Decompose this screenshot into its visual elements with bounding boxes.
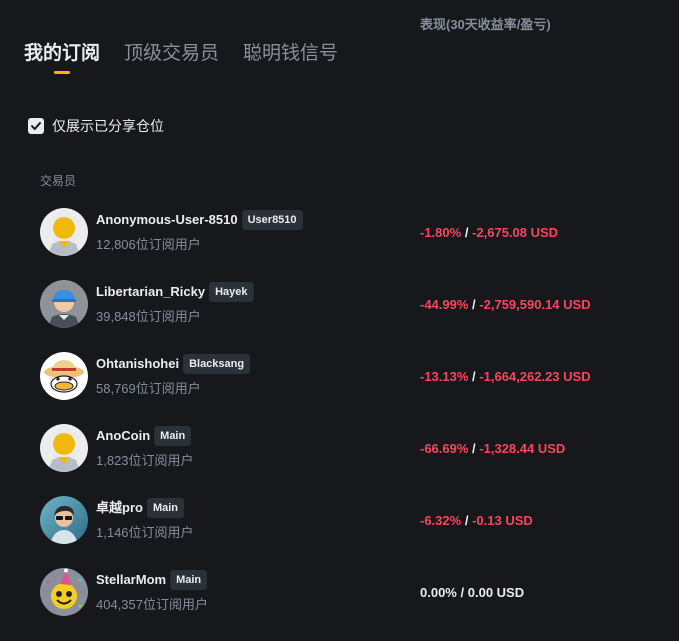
trader-column-header: 交易员 [40,174,77,188]
trader-badge: Main [170,570,208,590]
trader-name[interactable]: Anonymous-User-8510 [96,210,238,230]
return-percent: 0.00% [420,585,457,600]
tab-my-subscriptions[interactable]: 我的订阅 [24,40,100,80]
pnl-value: -0.13 USD [472,513,533,528]
performance-value: -1.80% / -2,675.08 USD [420,225,559,240]
pnl-value: -1,664,262.23 USD [479,369,591,384]
copy-trading-page: 我的订阅 顶级交易员 聪明钱信号 仅展示已分享仓位 交易员 表现(30天收益率/… [0,0,679,641]
subscriber-count: 39,848位订阅用户 [96,309,201,324]
pnl-value: -1,328.44 USD [479,441,566,456]
trader-row[interactable]: Ohtanishohei Blacksang 58,769位订阅用户 -13.1… [0,352,679,424]
trader-name-line: StellarMom Main [96,570,208,590]
performance-value: -44.99% / -2,759,590.14 USD [420,297,591,312]
trader-name[interactable]: StellarMom [96,570,166,590]
straw-hat-duck-icon[interactable] [40,352,88,400]
return-percent: -1.80% [420,225,462,240]
active-tab-indicator [54,71,70,74]
performance-value: -6.32% / -0.13 USD [420,513,533,528]
performance-value: -66.69% / -1,328.44 USD [420,441,566,456]
trader-name-line: Ohtanishohei Blacksang [96,354,251,374]
performance-value: 0.00% / 0.00 USD [420,585,525,600]
trader-row[interactable]: Anonymous-User-8510 User8510 12,806位订阅用户… [0,208,679,280]
tab-smart-money-signals[interactable]: 聪明钱信号 [243,40,338,80]
yellow-face-icon[interactable] [40,208,88,256]
performance-column-header: 表现(30天收益率/盈亏) [420,17,551,32]
trader-badge: Blacksang [183,354,251,374]
trader-name[interactable]: Libertarian_Ricky [96,282,205,302]
trader-badge: Hayek [209,282,254,302]
subscriber-count: 12,806位订阅用户 [96,237,201,252]
shared-positions-filter[interactable]: 仅展示已分享仓位 [28,117,164,135]
pnl-value: -2,675.08 USD [472,225,559,240]
return-percent: -44.99% [420,297,469,312]
subscriber-count: 1,146位订阅用户 [96,525,194,540]
yellow-face-icon[interactable] [40,424,88,472]
pnl-value: -2,759,590.14 USD [479,297,591,312]
trader-row[interactable]: Libertarian_Ricky Hayek 39,848位订阅用户 -44.… [0,280,679,352]
trader-name[interactable]: 卓越pro [96,498,143,518]
performance-value: -13.13% / -1,664,262.23 USD [420,369,591,384]
tab-top-traders[interactable]: 顶级交易员 [124,40,219,80]
filter-label: 仅展示已分享仓位 [52,118,164,134]
trader-badge: User8510 [241,210,303,230]
trader-name[interactable]: AnoCoin [96,426,150,446]
trader-row[interactable]: 卓越pro Main 1,146位订阅用户 -6.32% / -0.13 USD [0,496,679,568]
pnl-value: 0.00 USD [467,585,525,600]
return-percent: -66.69% [420,441,469,456]
trader-name-line: Anonymous-User-8510 User8510 [96,210,303,230]
trader-row[interactable]: StellarMom Main 404,357位订阅用户 0.00% / 0.0… [0,568,679,640]
trader-name-line: Libertarian_Ricky Hayek [96,282,254,302]
trader-name[interactable]: Ohtanishohei [96,354,179,374]
trader-badge: Main [146,498,185,518]
trader-badge: Main [154,426,192,446]
blue-cap-face-icon[interactable] [40,280,88,328]
subscriber-count: 1,823位订阅用户 [96,453,194,468]
subscriber-count: 404,357位订阅用户 [96,597,208,612]
return-percent: -6.32% [420,513,462,528]
photo-portrait-icon[interactable] [40,496,88,544]
return-percent: -13.13% [420,369,469,384]
tab-bar: 我的订阅 顶级交易员 聪明钱信号 [24,40,338,80]
trader-name-line: AnoCoin Main [96,426,192,446]
trader-name-line: 卓越pro Main [96,498,185,518]
trader-row[interactable]: AnoCoin Main 1,823位订阅用户 -66.69% / -1,328… [0,424,679,496]
party-smiley-icon[interactable] [40,568,88,616]
checkbox-checked-icon[interactable] [28,118,44,134]
subscriber-count: 58,769位订阅用户 [96,381,201,396]
